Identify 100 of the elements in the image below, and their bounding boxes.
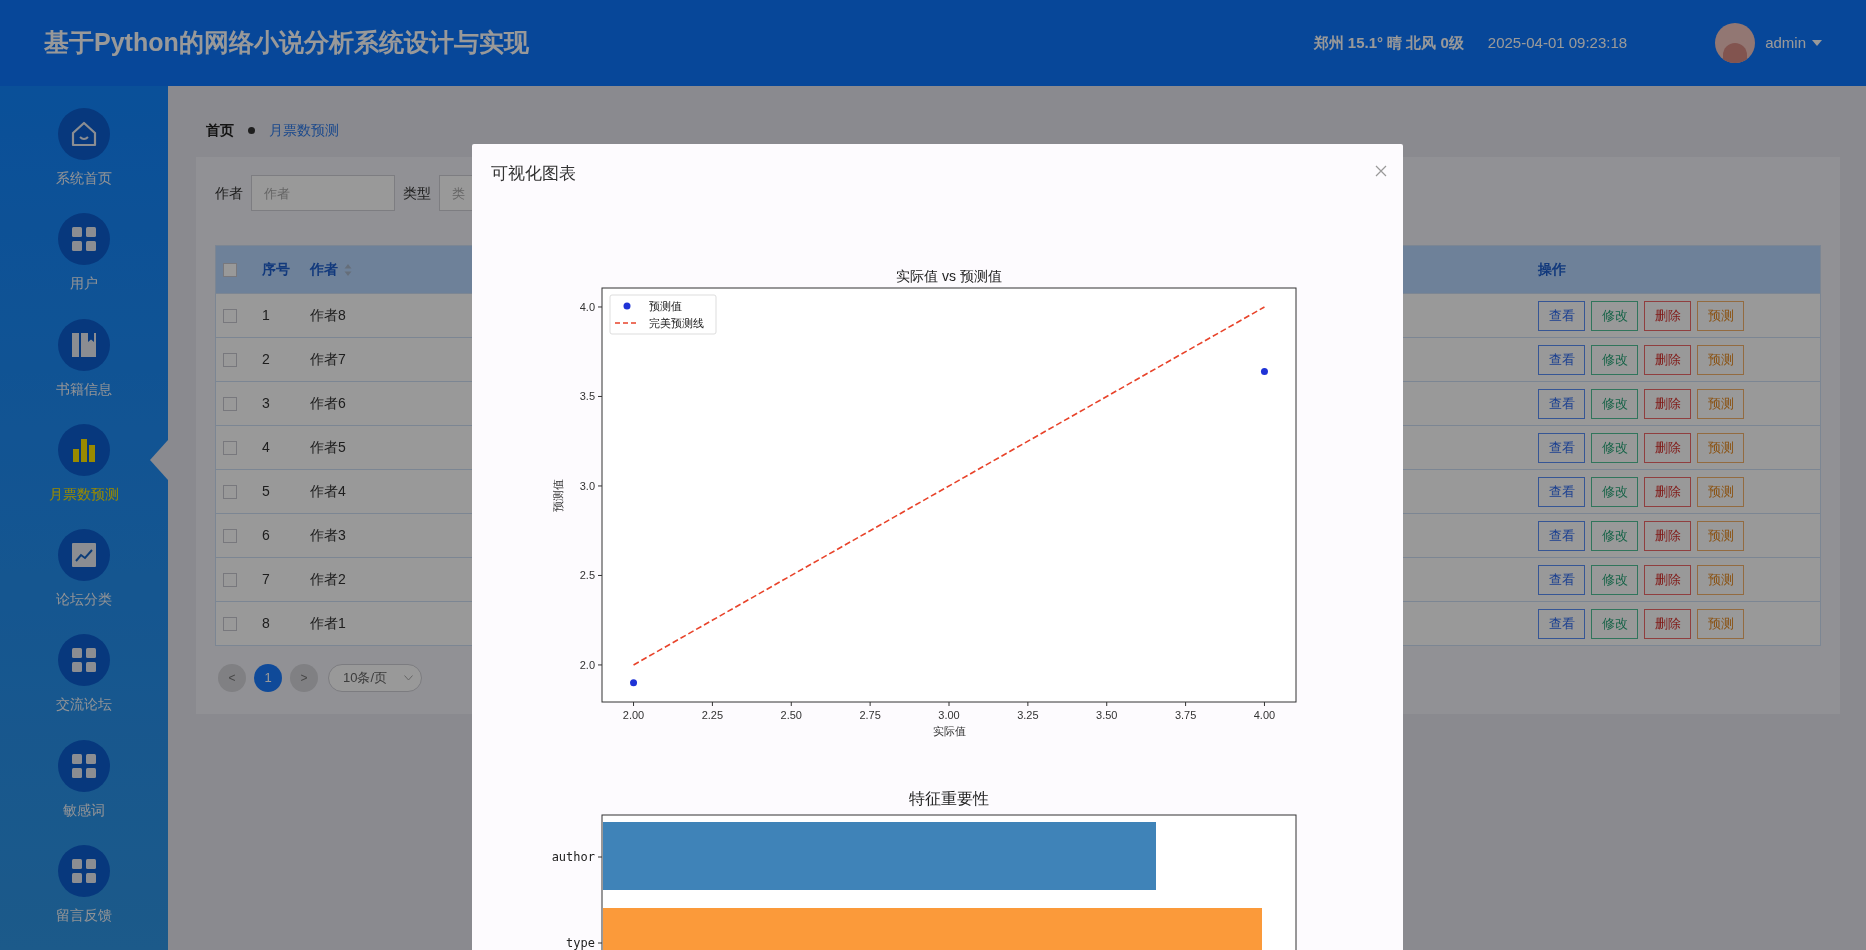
- sidebar-item[interactable]: 书籍信息: [0, 318, 168, 424]
- checkbox[interactable]: [223, 396, 237, 411]
- datetime-text: 2025-04-01 09:23:18: [1487, 32, 1628, 53]
- action-button[interactable]: 修改: [1591, 388, 1638, 419]
- action-button[interactable]: 预测: [1697, 432, 1744, 463]
- breadcrumb-home[interactable]: 首页: [206, 120, 234, 141]
- y-tick-label: 2.0: [579, 658, 595, 671]
- table-cell-text: 7: [262, 570, 271, 589]
- action-button[interactable]: 查看: [1538, 564, 1585, 595]
- action-button[interactable]: 删除: [1644, 520, 1691, 551]
- x-axis-label: 实际值: [932, 725, 966, 737]
- table-cell-text: 1: [262, 306, 271, 325]
- sidebar-item[interactable]: 敏感词: [0, 739, 168, 845]
- table-cell-text: 8: [262, 614, 271, 633]
- selection-pointer: [150, 439, 168, 480]
- username[interactable]: admin: [1765, 31, 1806, 55]
- action-button[interactable]: 预测: [1697, 344, 1744, 375]
- page-button[interactable]: 1: [254, 664, 282, 692]
- table-cell: 作者8: [310, 307, 346, 323]
- action-button[interactable]: 预测: [1697, 608, 1744, 639]
- line-chart-icon: [69, 540, 99, 570]
- action-button[interactable]: 修改: [1591, 520, 1638, 551]
- filter-label: 类型: [403, 183, 431, 203]
- x-tick-label: 2.50: [780, 709, 802, 721]
- action-button[interactable]: 删除: [1644, 564, 1691, 595]
- sidebar-item[interactable]: 系统首页: [0, 108, 168, 214]
- action-button[interactable]: 删除: [1644, 300, 1691, 331]
- action-button[interactable]: 修改: [1591, 432, 1638, 463]
- checkbox[interactable]: [223, 440, 237, 455]
- category-label: author: [551, 850, 595, 864]
- category-label: type: [566, 936, 595, 950]
- avatar[interactable]: [1715, 23, 1756, 63]
- column-header[interactable]: 序号: [262, 259, 290, 280]
- y-tick-label: 3.0: [579, 479, 595, 492]
- action-button[interactable]: 预测: [1697, 564, 1744, 595]
- filter-label: 作者: [215, 183, 243, 203]
- action-button[interactable]: 修改: [1591, 608, 1638, 639]
- action-button[interactable]: 修改: [1591, 564, 1638, 595]
- sidebar-item[interactable]: 论坛分类: [0, 529, 168, 635]
- chart-title: 实际值 vs 预测值: [896, 268, 1002, 284]
- sidebar-item[interactable]: 用户: [0, 213, 168, 319]
- action-button[interactable]: 查看: [1538, 520, 1585, 551]
- table-cell-text: 5: [262, 482, 271, 501]
- x-tick-label: 3.00: [938, 709, 960, 721]
- x-tick-label: 2.00: [622, 709, 645, 721]
- y-tick-label: 4.0: [579, 300, 595, 313]
- action-button[interactable]: 删除: [1644, 388, 1691, 419]
- legend-label: 完美预测线: [649, 317, 704, 329]
- page-size-select[interactable]: 10条/页: [328, 664, 422, 692]
- chevron-icon: [404, 675, 413, 681]
- home-icon: [69, 119, 99, 149]
- app-title: 基于Python的网络小说分析系统设计与实现: [44, 27, 529, 59]
- y-tick-label: 3.5: [579, 390, 595, 403]
- table-cell-text: 6: [262, 526, 271, 545]
- checkbox[interactable]: [223, 262, 237, 277]
- action-button[interactable]: 查看: [1538, 476, 1585, 507]
- breadcrumb-separator: [248, 127, 255, 134]
- action-button[interactable]: 修改: [1591, 300, 1638, 331]
- caret-icon[interactable]: [1812, 40, 1822, 46]
- checkbox[interactable]: [223, 528, 237, 543]
- action-button[interactable]: 修改: [1591, 344, 1638, 375]
- action-button[interactable]: 预测: [1697, 388, 1744, 419]
- checkbox[interactable]: [223, 352, 237, 367]
- weather-text: 郑州 15.1° 晴 北风 0级: [1313, 32, 1464, 53]
- checkbox[interactable]: [223, 308, 237, 323]
- sidebar-item[interactable]: 留言反馈: [0, 844, 168, 950]
- prev-page-button[interactable]: <: [218, 664, 246, 692]
- table-cell-text: 2: [262, 350, 271, 369]
- action-button[interactable]: 查看: [1538, 300, 1585, 331]
- action-button[interactable]: 查看: [1538, 388, 1585, 419]
- action-button[interactable]: 删除: [1644, 476, 1691, 507]
- column-header[interactable]: 操作: [1538, 259, 1566, 280]
- column-header[interactable]: 作者: [310, 259, 338, 280]
- chart-title: 特征重要性: [909, 790, 989, 807]
- action-button[interactable]: 修改: [1591, 476, 1638, 507]
- x-tick-label: 3.25: [1017, 709, 1039, 721]
- y-axis-label: 预测值: [552, 478, 564, 512]
- action-button[interactable]: 查看: [1538, 608, 1585, 639]
- table-cell: 作者5: [310, 439, 346, 455]
- sort-icon[interactable]: [344, 262, 352, 277]
- table-cell: 作者4: [310, 483, 346, 499]
- checkbox[interactable]: [223, 572, 237, 587]
- action-button[interactable]: 删除: [1644, 344, 1691, 375]
- action-button[interactable]: 查看: [1538, 432, 1585, 463]
- sidebar-item[interactable]: 月票数预测: [0, 423, 168, 529]
- x-tick-label: 2.75: [859, 709, 881, 721]
- action-button[interactable]: 预测: [1697, 520, 1744, 551]
- table-cell: 作者3: [310, 527, 346, 543]
- table-cell: 作者2: [310, 571, 346, 587]
- action-button[interactable]: 删除: [1644, 432, 1691, 463]
- close-icon[interactable]: [1375, 165, 1387, 177]
- action-button[interactable]: 查看: [1538, 344, 1585, 375]
- checkbox[interactable]: [223, 484, 237, 499]
- table-cell: 作者1: [310, 615, 346, 631]
- action-button[interactable]: 预测: [1697, 476, 1744, 507]
- action-button[interactable]: 删除: [1644, 608, 1691, 639]
- checkbox[interactable]: [223, 616, 237, 631]
- action-button[interactable]: 预测: [1697, 300, 1744, 331]
- sidebar-item[interactable]: 交流论坛: [0, 634, 168, 740]
- next-page-button[interactable]: >: [290, 664, 318, 692]
